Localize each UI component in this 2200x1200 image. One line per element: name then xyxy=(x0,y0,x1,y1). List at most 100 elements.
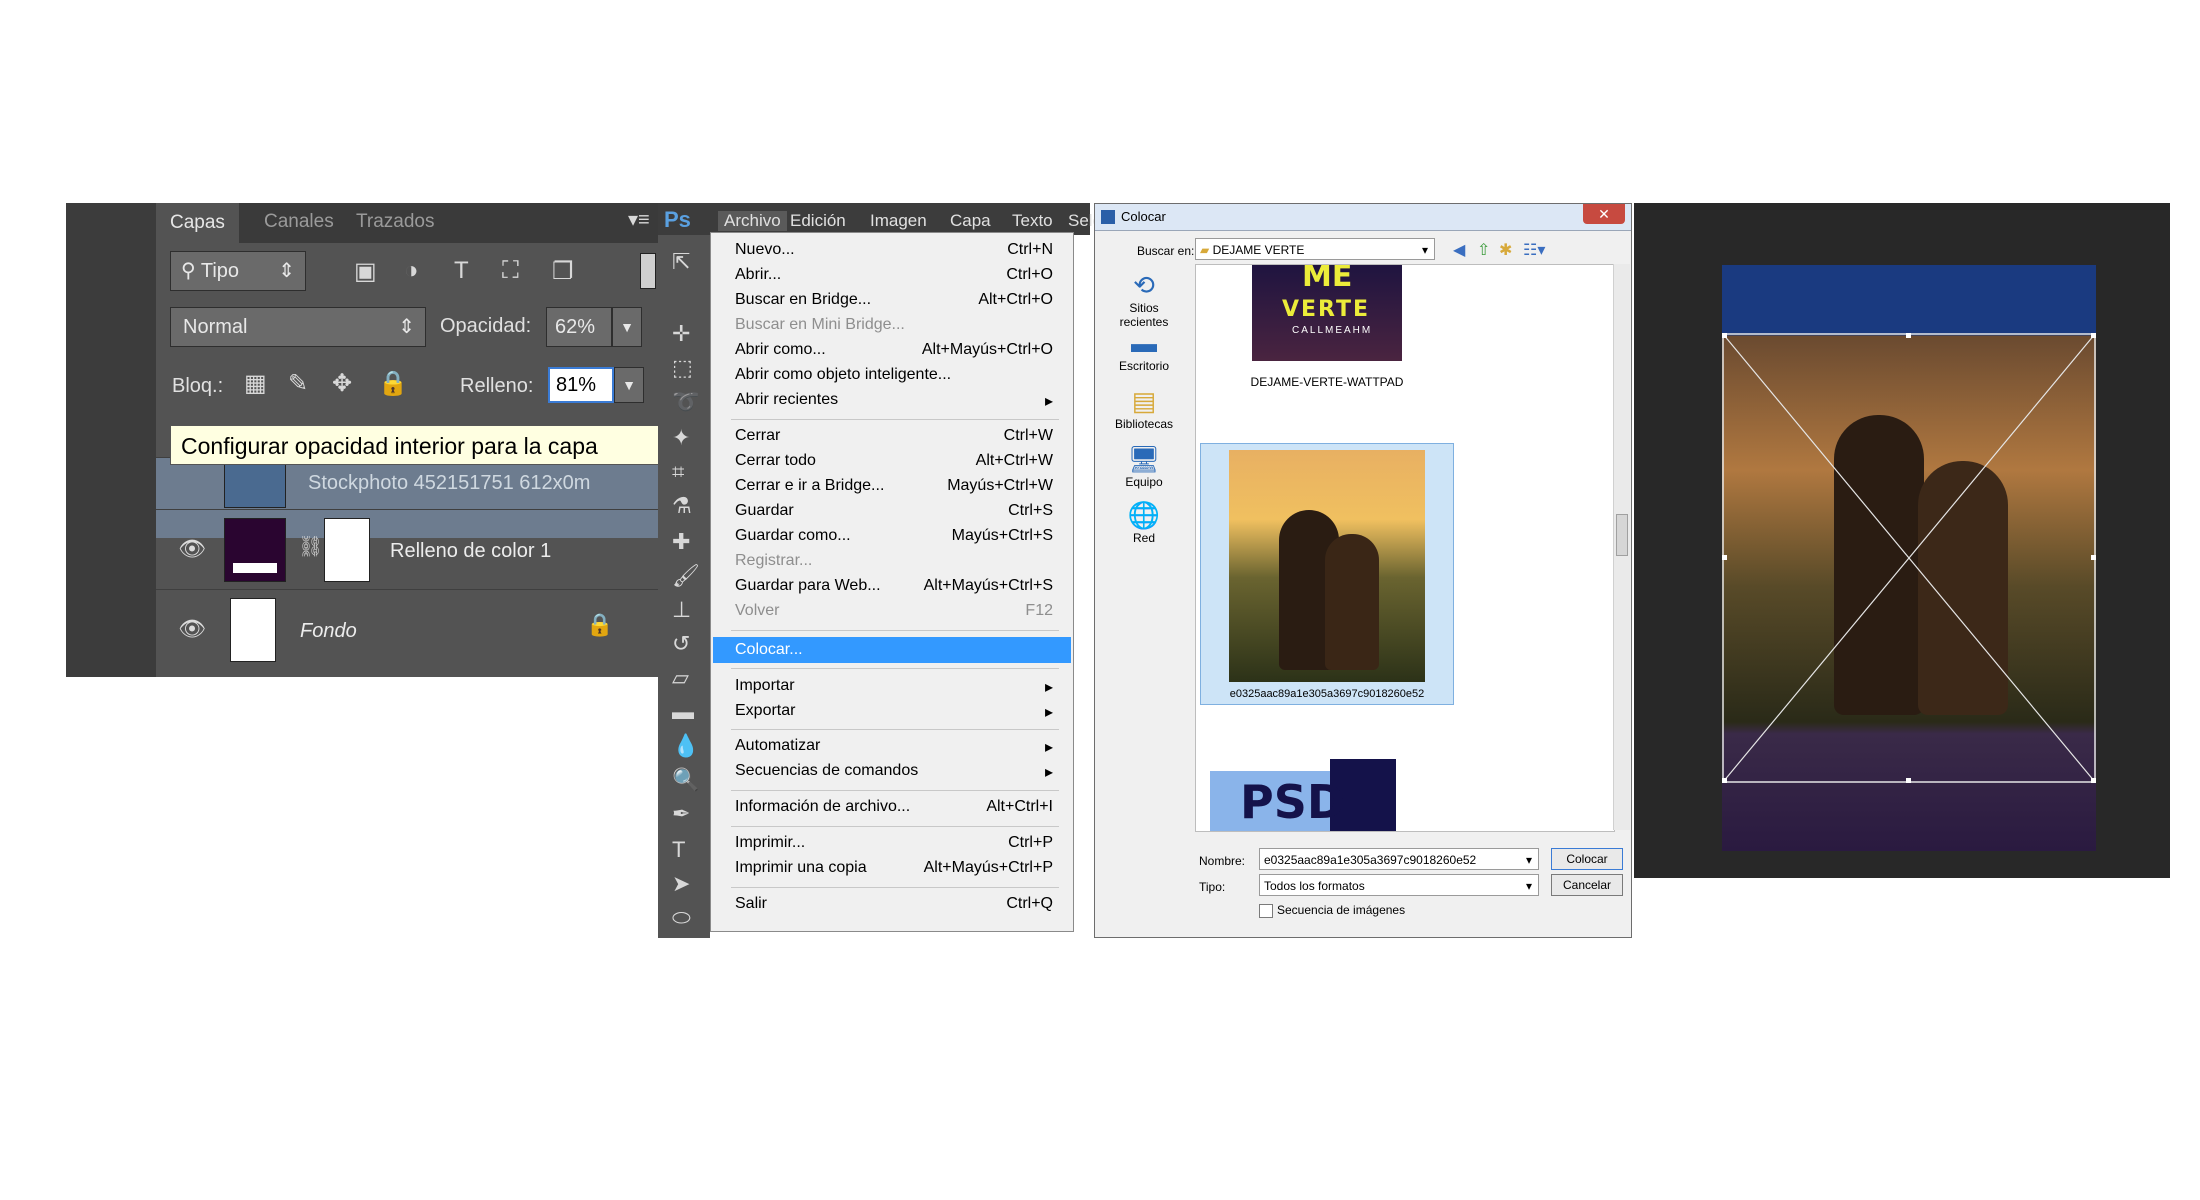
menu-item-abrir-como-objeto[interactable]: Abrir como objeto inteligente... xyxy=(735,366,1057,390)
marquee-tool-icon[interactable]: ⬚ xyxy=(672,355,693,381)
blend-mode-select[interactable]: Normal ⇕ xyxy=(170,307,426,347)
file-list-scrollbar[interactable] xyxy=(1613,264,1630,830)
healing-brush-tool-icon[interactable]: ✚ xyxy=(672,529,690,555)
new-folder-icon[interactable]: ✱ xyxy=(1499,240,1512,260)
transform-handle[interactable] xyxy=(1722,778,1727,783)
menu-item-colocar[interactable]: Colocar... xyxy=(713,637,1071,663)
pen-tool-icon[interactable]: ✒ xyxy=(672,801,690,827)
type-tool-icon[interactable]: T xyxy=(672,837,685,863)
magic-wand-tool-icon[interactable]: ✦ xyxy=(672,425,690,451)
move-tool-icon[interactable]: ⇱ xyxy=(672,249,690,275)
eraser-tool-icon[interactable]: ▱ xyxy=(672,665,689,691)
menu-archivo[interactable]: Archivo xyxy=(718,211,787,231)
menu-item-exportar[interactable]: Exportar ▸ xyxy=(735,702,1057,726)
smart-object-filter-icon[interactable]: ❐ xyxy=(552,257,574,286)
panel-menu-icon[interactable]: ▾≡ xyxy=(628,207,650,232)
menu-item-imprimir[interactable]: Imprimir... Ctrl+P xyxy=(735,834,1057,858)
transform-handle[interactable] xyxy=(1722,555,1727,560)
place-network[interactable]: 🌐 Red xyxy=(1109,500,1179,545)
cancel-button[interactable]: Cancelar xyxy=(1551,874,1623,896)
dodge-tool-icon[interactable]: 🔍 xyxy=(672,767,699,793)
file-item-selected[interactable]: e0325aac89a1e305a3697c9018260e52 xyxy=(1200,443,1454,705)
lock-all-icon[interactable]: 🔒 xyxy=(378,369,408,398)
move-tool-selected-icon[interactable]: ✛ xyxy=(672,321,690,347)
place-transform-box[interactable] xyxy=(1722,333,2096,783)
shape-filter-icon[interactable]: ⛶ xyxy=(502,257,519,285)
menu-item-cerrar-todo[interactable]: Cerrar todo Alt+Ctrl+W xyxy=(735,452,1057,476)
menu-item-buscar-en-bridge[interactable]: Buscar en Bridge... Alt+Ctrl+O xyxy=(735,291,1057,315)
close-button[interactable]: ✕ xyxy=(1583,204,1625,224)
up-folder-icon[interactable]: ⇧ xyxy=(1477,240,1490,260)
blur-tool-icon[interactable]: 💧 xyxy=(672,733,699,759)
image-sequence-checkbox[interactable] xyxy=(1259,904,1273,918)
menu-item-abrir-como[interactable]: Abrir como... Alt+Mayús+Ctrl+O xyxy=(735,341,1057,365)
menu-item-guardar[interactable]: Guardar Ctrl+S xyxy=(735,502,1057,526)
opacity-dropdown-button[interactable]: ▼ xyxy=(612,307,642,347)
place-libraries[interactable]: ▤ Bibliotecas xyxy=(1109,386,1179,431)
transform-handle[interactable] xyxy=(1722,333,1727,338)
menu-item-guardar-como[interactable]: Guardar como... Mayús+Ctrl+S xyxy=(735,527,1057,551)
fill-dropdown-button[interactable]: ▼ xyxy=(614,367,644,403)
back-icon[interactable]: ◀ xyxy=(1453,240,1465,260)
place-recent[interactable]: ⟲ Sitios recientes xyxy=(1109,270,1179,329)
place-desktop[interactable]: ▬ Escritorio xyxy=(1109,328,1179,373)
stamp-tool-icon[interactable]: ⊥ xyxy=(672,597,691,623)
menu-item-secuencias[interactable]: Secuencias de comandos ▸ xyxy=(735,762,1057,786)
gradient-tool-icon[interactable]: ▬ xyxy=(672,699,694,725)
tab-trazados[interactable]: Trazados xyxy=(356,211,435,233)
adjustment-filter-icon[interactable]: ◑ xyxy=(404,257,419,285)
layer-filter-select[interactable]: ⚲ Tipo ⇕ xyxy=(170,251,306,291)
view-menu-icon[interactable]: ☷▾ xyxy=(1523,240,1545,260)
scrollbar-thumb[interactable] xyxy=(1616,514,1628,556)
menu-item-importar[interactable]: Importar ▸ xyxy=(735,677,1057,701)
layer-row[interactable]: 👁 ⛓ Relleno de color 1 xyxy=(156,509,664,590)
lasso-tool-icon[interactable]: ➰ xyxy=(672,389,699,415)
layer-row[interactable]: 👁 Fondo 🔒 xyxy=(156,589,664,670)
visibility-eye-icon[interactable]: 👁 xyxy=(178,616,206,642)
menu-item-abrir[interactable]: Abrir... Ctrl+O xyxy=(735,266,1057,290)
menu-item-imprimir-copia[interactable]: Imprimir una copia Alt+Mayús+Ctrl+P xyxy=(735,859,1057,883)
menu-item-automatizar[interactable]: Automatizar ▸ xyxy=(735,737,1057,761)
type-filter-icon[interactable]: T xyxy=(454,257,469,285)
crop-tool-icon[interactable]: ⌗ xyxy=(672,459,684,485)
menu-item-abrir-recientes[interactable]: Abrir recientes ▸ xyxy=(735,391,1057,415)
menu-edicion[interactable]: Edición xyxy=(790,211,846,231)
menu-item-guardar-para-web[interactable]: Guardar para Web... Alt+Mayús+Ctrl+S xyxy=(735,577,1057,601)
transform-handle[interactable] xyxy=(1906,333,1911,338)
transform-handle[interactable] xyxy=(1906,778,1911,783)
visibility-eye-icon[interactable]: 👁 xyxy=(178,536,206,562)
brush-tool-icon[interactable]: 🖌 xyxy=(672,563,700,589)
history-brush-tool-icon[interactable]: ↺ xyxy=(672,631,690,657)
menu-texto[interactable]: Texto xyxy=(1012,211,1053,231)
psd-file-thumbnail[interactable]: PSD xyxy=(1210,759,1434,831)
look-in-select[interactable]: ▰ DEJAME VERTE ▾ xyxy=(1195,238,1435,260)
type-select[interactable]: Todos los formatos ▾ xyxy=(1259,874,1539,896)
tab-canales[interactable]: Canales xyxy=(264,211,334,233)
ellipse-tool-icon[interactable]: ⬭ xyxy=(672,905,691,931)
transform-handle[interactable] xyxy=(2091,778,2096,783)
menu-item-cerrar[interactable]: Cerrar Ctrl+W xyxy=(735,427,1057,451)
lock-position-move-icon[interactable]: ✥ xyxy=(332,369,352,398)
menu-item-nuevo[interactable]: Nuevo... Ctrl+N xyxy=(735,241,1057,265)
link-chain-icon[interactable]: ⛓ xyxy=(298,534,323,559)
menu-item-salir[interactable]: Salir Ctrl+Q xyxy=(735,895,1057,919)
opacity-input[interactable]: 62% xyxy=(546,307,612,347)
lock-image-brush-icon[interactable]: ✎ xyxy=(288,369,308,398)
place-ok-button[interactable]: Colocar xyxy=(1551,848,1623,870)
menu-capa[interactable]: Capa xyxy=(950,211,991,231)
fill-input[interactable]: 81% xyxy=(548,367,614,403)
menu-item-cerrar-ir-bridge[interactable]: Cerrar e ir a Bridge... Mayús+Ctrl+W xyxy=(735,477,1057,501)
place-computer[interactable]: 🖥 Equipo xyxy=(1109,444,1179,489)
filter-toggle-switch[interactable] xyxy=(640,253,656,289)
transform-handle[interactable] xyxy=(2091,555,2096,560)
image-filter-icon[interactable]: ▣ xyxy=(354,257,377,286)
path-selection-tool-icon[interactable]: ➤ xyxy=(672,871,690,897)
filename-input[interactable]: e0325aac89a1e305a3697c9018260e52 ▾ xyxy=(1259,848,1539,870)
transform-handle[interactable] xyxy=(2091,333,2096,338)
menu-item-informacion[interactable]: Información de archivo... Alt+Ctrl+I xyxy=(735,798,1057,822)
lock-transparent-icon[interactable]: ▦ xyxy=(244,369,267,398)
eyedropper-tool-icon[interactable]: ⚗ xyxy=(672,493,692,519)
tab-capas[interactable]: Capas xyxy=(156,203,239,243)
file-thumbnail[interactable]: ME VERTE CALLMEAHM xyxy=(1252,265,1402,361)
menu-imagen[interactable]: Imagen xyxy=(870,211,927,231)
